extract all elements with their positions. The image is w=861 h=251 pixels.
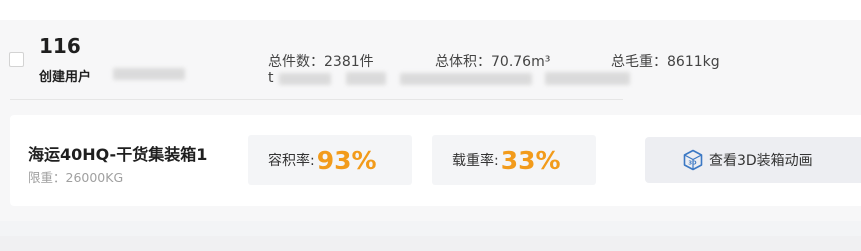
summary-redacted-4 [545,72,630,85]
view-3d-animation-label: 查看3D装箱动画 [709,153,813,169]
container-name: 海运40HQ-干货集装箱1 [28,145,208,164]
view-3d-animation-button[interactable]: 3D 查看3D装箱动画 [645,137,861,183]
3d-box-icon: 3D [682,149,704,171]
volume-rate-value: 93% [316,145,377,175]
weight-rate-box: 载重率: 33% [432,135,596,185]
summary-second-line-prefix: t [268,70,274,86]
total-weight: 总毛重：8611kg [611,54,720,70]
creator-value-redacted [113,68,185,80]
weight-rate-value: 33% [500,145,561,175]
container-weight-limit: 限重：26000KG [28,170,124,185]
order-number: 116 [39,34,81,58]
divider [10,99,623,100]
total-volume: 总体积：70.76m³ [435,54,551,70]
svg-text:3D: 3D [688,161,697,167]
volume-rate-box: 容积率: 93% [248,135,412,185]
volume-rate-label: 容积率: [268,153,315,169]
creator-label: 创建用户 [39,70,92,85]
top-strip [0,0,861,20]
total-count: 总件数：2381件 [268,54,374,70]
weight-rate-label: 载重率: [452,153,499,169]
summary-redacted-2 [346,72,386,85]
order-select-checkbox[interactable] [9,52,24,67]
summary-redacted-3 [400,73,532,85]
summary-redacted-1 [279,73,331,85]
next-card-strip [0,236,861,251]
